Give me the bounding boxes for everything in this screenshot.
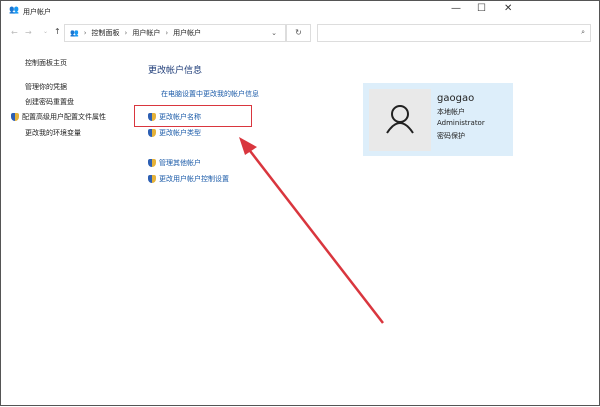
password-status: 密码保护	[437, 132, 465, 140]
account-name: gaogao	[437, 93, 475, 104]
account-type: 本地帐户	[437, 108, 465, 116]
user-icon	[386, 105, 414, 134]
avatar	[369, 89, 431, 151]
annotation-arrow	[239, 137, 384, 324]
account-card: gaogao 本地帐户 Administrator 密码保护	[363, 83, 513, 156]
account-role: Administrator	[437, 119, 485, 127]
